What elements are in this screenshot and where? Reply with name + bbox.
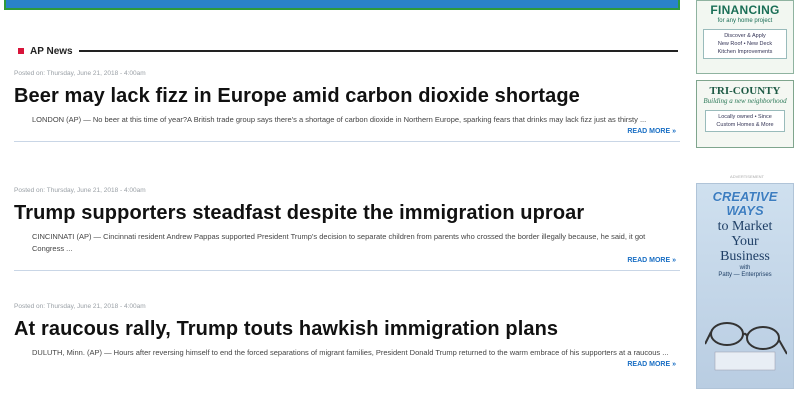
- section-bullet-icon: [18, 48, 24, 54]
- financing-ad-box: Discover & Apply New Roof • New Deck Kit…: [703, 29, 787, 59]
- read-more-link[interactable]: READ MORE »: [14, 128, 680, 135]
- article-posted-date: Posted on: Thursday, June 21, 2018 - 4:0…: [14, 303, 146, 310]
- article-summary: CINCINNATI (AP) — Cincinnati resident An…: [32, 232, 646, 253]
- article-headline-link[interactable]: Trump supporters steadfast despite the i…: [14, 201, 680, 225]
- creative-ad-script-2: Your: [731, 234, 759, 249]
- creative-ways-ad[interactable]: CREATIVE WAYS to Market Your Business wi…: [696, 183, 794, 389]
- read-more-link[interactable]: READ MORE »: [14, 361, 680, 368]
- financing-ad[interactable]: FINANCING for any home project Discover …: [696, 0, 794, 74]
- creative-ad-title-1: CREATIVE: [712, 189, 778, 204]
- article-divider: [14, 141, 680, 142]
- article-posted-date: Posted on: Thursday, June 21, 2018 - 4:0…: [14, 70, 146, 77]
- financing-ad-subtitle: for any home project: [717, 18, 773, 24]
- section-rule: [78, 50, 678, 52]
- article-summary: DULUTH, Minn. (AP) — Hours after reversi…: [32, 348, 669, 357]
- tricounty-ad-title: TRI-COUNTY: [709, 85, 781, 97]
- eyeglasses-icon: [705, 322, 787, 371]
- read-more-link[interactable]: READ MORE »: [14, 257, 680, 264]
- creative-ad-script-1: to Market: [717, 219, 773, 234]
- top-banner-ad[interactable]: [4, 0, 680, 10]
- article-headline-link[interactable]: At raucous rally, Trump touts hawkish im…: [14, 317, 680, 341]
- creative-ad-script-3: Business: [720, 249, 770, 264]
- article-divider: [14, 270, 680, 271]
- tricounty-ad-tagline: Building a new neighborhood: [703, 97, 787, 105]
- article-summary: LONDON (AP) — No beer at this time of ye…: [32, 115, 647, 124]
- news-article-3: Posted on: Thursday, June 21, 2018 - 4:0…: [14, 303, 680, 368]
- article-headline-link[interactable]: Beer may lack fizz in Europe amid carbon…: [14, 84, 680, 108]
- section-header: AP News: [18, 44, 678, 58]
- tricounty-ad-box: Locally owned • Since Custom Homes & Mor…: [705, 110, 785, 132]
- creative-ad-name: Patty — Enterprises: [718, 272, 772, 278]
- section-title: AP News: [30, 45, 73, 57]
- article-posted-date: Posted on: Thursday, June 21, 2018 - 4:0…: [14, 187, 146, 194]
- news-article-2: Posted on: Thursday, June 21, 2018 - 4:0…: [14, 187, 680, 271]
- financing-ad-title: FINANCING: [710, 3, 780, 17]
- news-article-1: Posted on: Thursday, June 21, 2018 - 4:0…: [14, 70, 680, 142]
- advertisement-label: ADVERTISEMENT: [730, 174, 764, 179]
- creative-ad-title-2: WAYS: [726, 203, 764, 218]
- creative-ad-with: with: [739, 265, 751, 271]
- tricounty-ad[interactable]: TRI-COUNTY Building a new neighborhood L…: [696, 80, 794, 148]
